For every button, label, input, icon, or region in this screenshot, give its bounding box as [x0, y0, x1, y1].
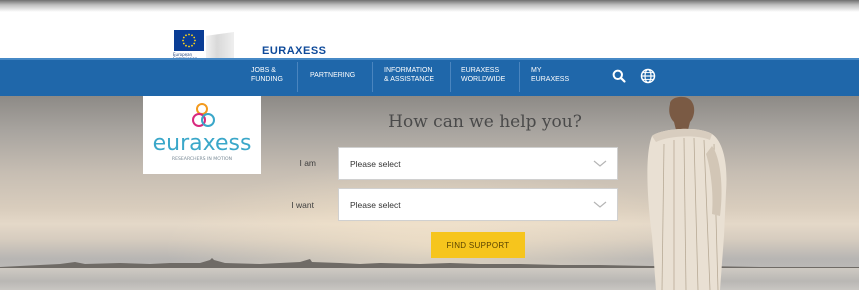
eu-flag-icon [174, 30, 204, 51]
nav-item-label: EURAXESS [531, 76, 570, 83]
iwant-label: I want [291, 200, 314, 210]
nav-item-euraxess-worldwide[interactable]: EURAXESS WORLDWIDE [461, 66, 505, 84]
nav-item-label: & ASSISTANCE [384, 76, 435, 83]
logo-circle-top [196, 103, 208, 115]
page-headline: How can we help you? [388, 112, 582, 132]
nav-top-stripe [0, 58, 859, 60]
nav-item-label: INFORMATION [384, 67, 433, 74]
nav-item-label: WORLDWIDE [461, 76, 506, 83]
hero-banner: euraxess RESEARCHERS IN MOTION How can w… [0, 96, 859, 290]
nav-item-label: PARTNERING [310, 72, 356, 79]
search-icon[interactable] [611, 68, 627, 84]
nav-item-jobs-funding[interactable]: JOBS & FUNDING [251, 66, 283, 84]
logo-tagline: RESEARCHERS IN MOTION [172, 156, 232, 162]
top-header: European Commission EURAXESS [0, 0, 859, 64]
nav-item-information-assistance[interactable]: INFORMATION & ASSISTANCE [384, 66, 434, 84]
iam-label: I am [299, 158, 316, 168]
iam-select[interactable]: Please select [338, 147, 618, 180]
nav-item-partnering[interactable]: PARTNERING [310, 71, 355, 80]
site-title[interactable]: EURAXESS [262, 45, 327, 57]
iam-select-value: Please select [350, 159, 401, 169]
browser-shadow [0, 0, 859, 12]
nav-item-my-euraxess[interactable]: MY EURAXESS [531, 66, 569, 84]
nav-divider [372, 62, 373, 92]
logo-circle-right [201, 113, 215, 127]
nav-item-label: EURAXESS [461, 67, 500, 74]
man-standing-photo [647, 96, 727, 290]
nav-divider [519, 62, 520, 92]
logo-wordmark: euraxess [153, 131, 252, 156]
iwant-select[interactable]: Please select [338, 188, 618, 221]
globe-icon[interactable] [640, 68, 656, 84]
nav-divider [450, 62, 451, 92]
nav-divider [297, 62, 298, 92]
chevron-down-icon [593, 160, 607, 167]
find-support-button[interactable]: FIND SUPPORT [431, 232, 525, 258]
iwant-select-value: Please select [350, 200, 401, 210]
nav-item-label: FUNDING [251, 76, 283, 83]
nav-item-label: JOBS & [251, 67, 276, 74]
main-nav: JOBS & FUNDING PARTNERING INFORMATION & … [0, 58, 859, 96]
nav-item-label: MY [531, 67, 542, 74]
euraxess-logo[interactable]: euraxess RESEARCHERS IN MOTION [143, 96, 261, 174]
chevron-down-icon [593, 201, 607, 208]
find-support-label: FIND SUPPORT [446, 240, 510, 250]
